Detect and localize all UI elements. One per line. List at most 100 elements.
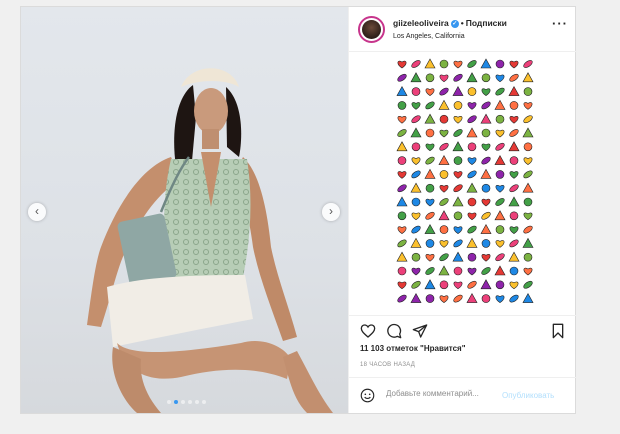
verified-icon: ✓ [450,19,459,28]
emoji-shape [425,73,435,83]
emoji-shape [452,196,464,207]
emoji-shape [411,60,421,68]
comment-input[interactable] [386,389,500,398]
emoji-shape [523,252,533,262]
emoji-shape [424,223,436,234]
emoji-shape [523,280,533,289]
emoji-shape [425,294,435,303]
emoji-shape [509,184,519,193]
bookmark-icon[interactable] [550,323,566,339]
emoji-shape [424,58,436,69]
emoji-shape [467,197,477,207]
emoji-shape [411,102,421,110]
emoji-shape [495,170,505,179]
emoji-shape [411,280,421,289]
emoji-shape [453,60,463,69]
emoji-shape [481,239,491,248]
emoji-shape [453,129,463,137]
emoji-shape [425,239,435,248]
emoji-shape [481,267,491,275]
comment-icon[interactable] [386,323,402,339]
emoji-shape [508,85,520,96]
smile-icon[interactable] [360,388,375,403]
emoji-shape [452,85,464,96]
chevron-left-icon[interactable]: ‹ [28,203,46,221]
emoji-shape [481,73,491,83]
action-bar [349,315,577,339]
location-link[interactable]: Los Angeles, California [393,33,465,40]
emoji-pattern-image [396,58,534,303]
emoji-shape [397,60,407,69]
carousel-dot [174,400,178,404]
emoji-shape [495,295,505,303]
emoji-shape [509,281,519,290]
emoji-shape [467,102,477,110]
likes-count[interactable]: 11 103 отметок "Нравится" [360,344,466,353]
post-photo[interactable]: ‹ › [21,7,348,413]
emoji-shape [467,142,477,152]
emoji-shape [397,129,407,137]
emoji-shape [453,171,463,179]
emoji-shape [480,58,492,69]
emoji-shape [523,170,533,179]
emoji-shape [439,142,449,151]
emoji-shape [522,237,534,248]
emoji-shape [411,142,421,152]
emoji-shape [494,99,506,110]
emoji-shape [411,252,421,262]
publish-button[interactable]: Опубликовать [502,391,554,400]
emoji-shape [397,156,407,165]
avatar[interactable] [358,16,385,43]
emoji-shape [453,156,463,165]
follow-button[interactable]: Подписки [466,18,507,28]
emoji-shape [424,113,436,124]
emoji-shape [438,265,450,276]
heart-icon[interactable] [360,323,376,339]
emoji-shape [439,185,449,193]
emoji-shape [452,141,464,152]
emoji-shape [523,60,533,68]
share-icon[interactable] [412,323,428,339]
emoji-shape [439,240,449,248]
emoji-shape [439,198,449,206]
emoji-shape [411,115,421,124]
post-timestamp[interactable]: 18 ЧАСОВ НАЗАД [360,362,415,368]
emoji-shape [495,59,505,69]
emoji-shape [481,198,491,207]
emoji-shape [453,266,463,276]
emoji-shape [425,198,435,207]
emoji-shape [523,197,533,207]
more-icon[interactable]: ··· [552,17,568,30]
emoji-shape [397,184,407,193]
separator: • [460,18,464,28]
emoji-shape [481,183,491,193]
emoji-shape [410,237,422,248]
emoji-shape [522,182,534,193]
emoji-shape [397,73,407,82]
emoji-shape [397,294,407,303]
emoji-shape [397,281,407,290]
emoji-shape [508,196,520,207]
emoji-shape [495,225,505,234]
emoji-shape [466,292,478,303]
emoji-shape [410,72,422,83]
emoji-shape [508,251,520,262]
emoji-shape [397,116,407,124]
emoji-shape [481,211,491,220]
emoji-shape [523,225,533,234]
emoji-shape [410,292,422,303]
username-link[interactable]: giizeleoliveira [393,18,449,28]
emoji-shape [467,225,477,234]
emoji-shape [439,114,449,124]
emoji-shape [438,210,450,221]
emoji-shape [495,198,505,206]
emoji-shape [467,212,477,221]
emoji-shape [453,101,463,110]
emoji-shape [508,141,520,152]
emoji-shape [480,223,492,234]
chevron-right-icon[interactable]: › [322,203,340,221]
emoji-shape [396,196,408,207]
emoji-shape [481,88,491,96]
emoji-shape [453,239,463,248]
emoji-shape [523,142,533,152]
